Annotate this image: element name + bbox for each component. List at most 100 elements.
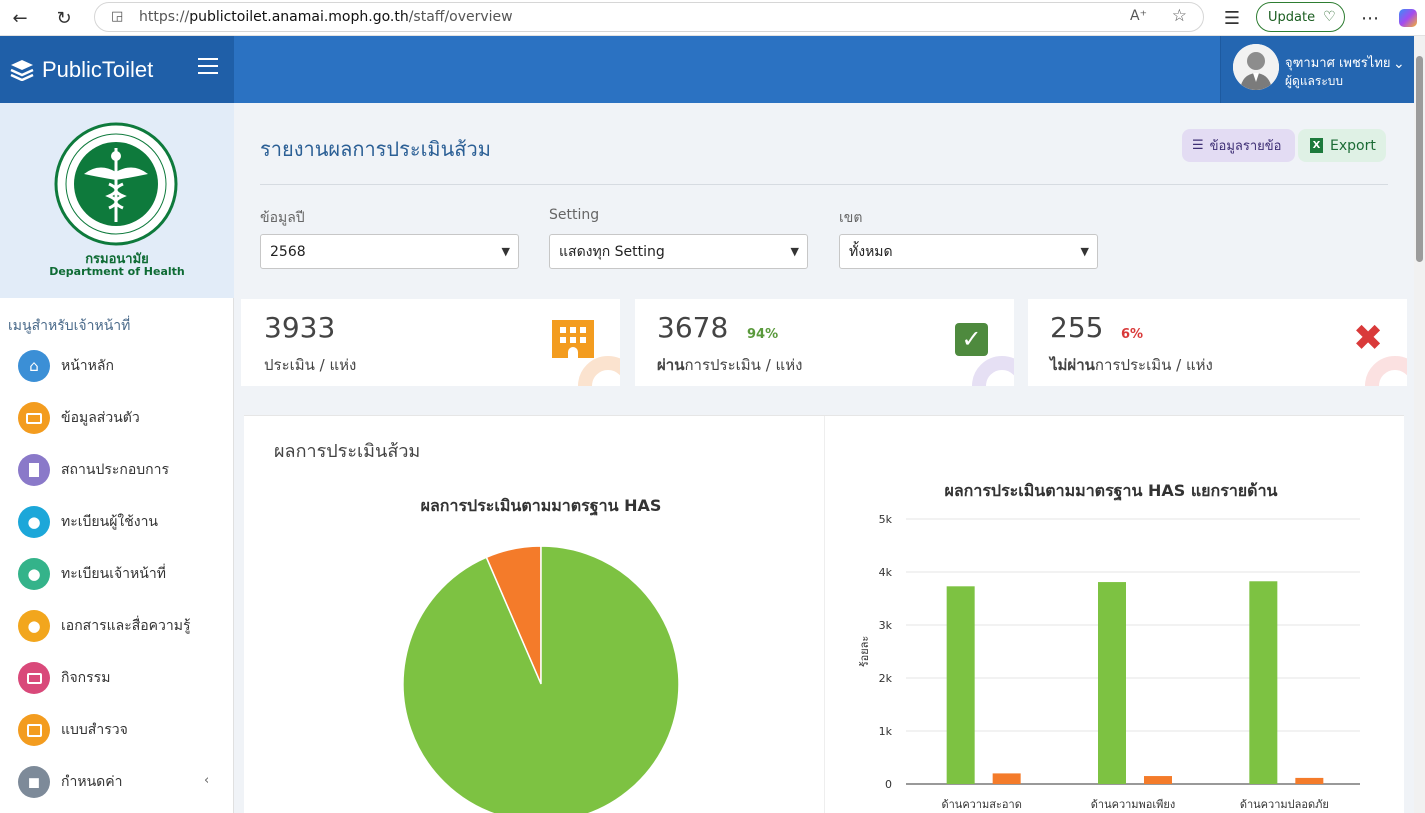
divider [260, 184, 1388, 185]
brand-name: PublicToilet [42, 56, 154, 82]
x-tick-label: ด้านความพอเพียง [1091, 798, 1176, 811]
sidebar-item-survey[interactable]: แบบสำรวจ [18, 713, 218, 747]
page-title: รายงานผลการประเมินส้วม [260, 137, 491, 161]
list-check-icon: ☰ [1192, 138, 1204, 153]
year-select-value: 2568 [270, 243, 306, 260]
url-host: publictoilet.anamai.moph.go.th [189, 9, 409, 25]
sidebar-item-profile[interactable]: ข้อมูลส่วนตัว [18, 401, 218, 435]
avatar [1233, 44, 1279, 90]
x-tick-label: ด้านความสะอาด [941, 798, 1021, 811]
user-menu[interactable]: จุฑามาศ เพชรไทย ผู้ดูแลระบบ ⌄ [1220, 36, 1414, 103]
back-icon[interactable]: ← [6, 4, 34, 32]
address-bar[interactable]: ◲ https://publictoilet.anamai.moph.go.th… [94, 2, 1204, 32]
stat-card-fail: 255 6% ไม่ผ่านการประเมิน / แห่ง ✖ [1028, 299, 1407, 386]
window-icon [18, 714, 50, 746]
stat-total-value: 3933 [264, 311, 336, 344]
page-scrollbar[interactable] [1414, 36, 1425, 813]
chevron-down-icon: ▼ [501, 245, 510, 258]
bar-fail-2[interactable] [1295, 777, 1324, 784]
stat-card-pass: 3678 94% ผ่านการประเมิน / แห่ง ✓ [635, 299, 1014, 386]
stat-fail-value: 255 [1050, 311, 1104, 344]
y-tick-label: 0 [885, 778, 892, 791]
user-shield-icon: ● [18, 558, 50, 590]
sidebar-item-label: สถานประกอบการ [61, 462, 170, 478]
stat-pass-percent: 94% [747, 327, 779, 342]
building-icon [18, 454, 50, 486]
excel-icon: X [1310, 138, 1323, 153]
sidebar-item-home[interactable]: ⌂ หน้าหลัก [18, 349, 218, 383]
more-icon[interactable]: ⋯ [1356, 4, 1384, 32]
sidebar-item-activities[interactable]: กิจกรรม [18, 661, 218, 695]
export-label: Export [1330, 137, 1376, 154]
bar-pass-2[interactable] [1249, 581, 1278, 784]
y-tick-label: 3k [879, 619, 893, 632]
chevron-down-icon: ▼ [790, 245, 799, 258]
favorites-icon[interactable]: ☰ [1218, 4, 1246, 32]
heart-icon: ♡ [1323, 9, 1336, 25]
stat-pass-caption-bold: ผ่าน [657, 356, 685, 374]
bar-fail-1[interactable] [1144, 776, 1172, 784]
card-decoration [578, 356, 620, 386]
sidebar-item-documents[interactable]: ● เอกสารและสื่อความรู้ [18, 609, 218, 643]
url-path: /staff/overview [408, 9, 513, 25]
stat-fail-percent: 6% [1121, 327, 1144, 342]
image-icon [18, 662, 50, 694]
bar-pass-0[interactable] [946, 586, 975, 784]
sidebar-item-settings[interactable]: ◼ กำหนดค่า ‹ [18, 765, 218, 799]
user-name: จุฑามาศ เพชรไทย [1285, 56, 1391, 71]
scrollbar-thumb[interactable] [1416, 56, 1423, 262]
item-detail-button[interactable]: ☰ ข้อมูลรายข้อ [1182, 129, 1295, 162]
favorite-star-icon[interactable]: ☆ [1172, 6, 1187, 26]
check-icon: ✓ [955, 323, 988, 356]
chevron-left-icon: ‹ [204, 773, 210, 788]
lock-icon: ◲ [111, 9, 124, 24]
stat-pass-caption-text: การประเมิน / แห่ง [684, 356, 803, 374]
sidebar-item-label: กำหนดค่า [61, 774, 123, 790]
setting-filter-label: Setting [549, 207, 600, 223]
setting-select[interactable]: แสดงทุก Setting ▼ [549, 234, 808, 269]
copilot-icon[interactable] [1394, 4, 1422, 32]
user-icon: ● [18, 506, 50, 538]
zone-select[interactable]: ทั้งหมด ▼ [839, 234, 1098, 269]
department-name-en: Department of Health [49, 265, 185, 278]
bar-chart: 0 1k 2k 3k 4k 5k ร้อยละด้านความสะอาด ด้านความพอ… [858, 513, 1360, 811]
sidebar-item-user-registry[interactable]: ● ทะเบียนผู้ใช้งาน [18, 505, 218, 539]
sidebar-item-staff-registry[interactable]: ● ทะเบียนเจ้าหน้าที่ [18, 557, 218, 591]
sidebar-item-label: แบบสำรวจ [61, 722, 128, 738]
brand[interactable]: PublicToilet [0, 36, 234, 103]
hamburger-icon[interactable] [198, 58, 218, 74]
sidebar-item-establishments[interactable]: สถานประกอบการ [18, 453, 218, 487]
sidebar-title: เมนูสำหรับเจ้าหน้าที่ [8, 318, 131, 334]
lightbulb-icon: ● [18, 610, 50, 642]
card-decoration [972, 356, 1014, 386]
pie-chart [402, 545, 680, 813]
zone-select-value: ทั้งหมด [849, 243, 893, 260]
cube-icon: ◼ [18, 766, 50, 798]
sidebar-item-label: ข้อมูลส่วนตัว [61, 410, 140, 426]
y-tick-label: 1k [879, 725, 893, 738]
building-icon [552, 320, 594, 358]
year-select[interactable]: 2568 ▼ [260, 234, 519, 269]
bar-pass-1[interactable] [1098, 582, 1126, 784]
department-logo-panel: กรมอนามัย Department of Health [0, 103, 234, 298]
chevron-down-icon: ⌄ [1393, 56, 1405, 72]
y-axis-label: ร้อยละ [858, 636, 871, 668]
read-aloud-icon[interactable]: A⁺ [1130, 8, 1147, 24]
sidebar-item-label: ทะเบียนผู้ใช้งาน [61, 514, 159, 530]
cross-icon: ✖ [1353, 318, 1384, 359]
export-button[interactable]: X Export [1298, 129, 1386, 162]
stat-total-caption: ประเมิน / แห่ง [264, 356, 357, 374]
reload-icon[interactable]: ↻ [50, 4, 78, 32]
bar-fail-0[interactable] [992, 773, 1021, 784]
item-detail-label: ข้อมูลรายข้อ [1209, 139, 1282, 154]
sidebar-item-label: ทะเบียนเจ้าหน้าที่ [61, 566, 166, 582]
x-tick-label: ด้านความปลอดภัย [1240, 798, 1329, 811]
results-panel: ผลการประเมินส้วม ผลการประเมินตามมาตรฐาน … [244, 415, 1404, 813]
update-button[interactable]: Update ♡ [1256, 2, 1345, 32]
stat-pass-value: 3678 [657, 311, 729, 344]
pie-slice-pass[interactable] [402, 545, 680, 813]
stat-fail-caption: ไม่ผ่านการประเมิน / แห่ง [1050, 353, 1213, 377]
update-label: Update [1268, 9, 1316, 25]
ministry-seal-logo [54, 122, 178, 246]
user-role: ผู้ดูแลระบบ [1285, 74, 1344, 88]
